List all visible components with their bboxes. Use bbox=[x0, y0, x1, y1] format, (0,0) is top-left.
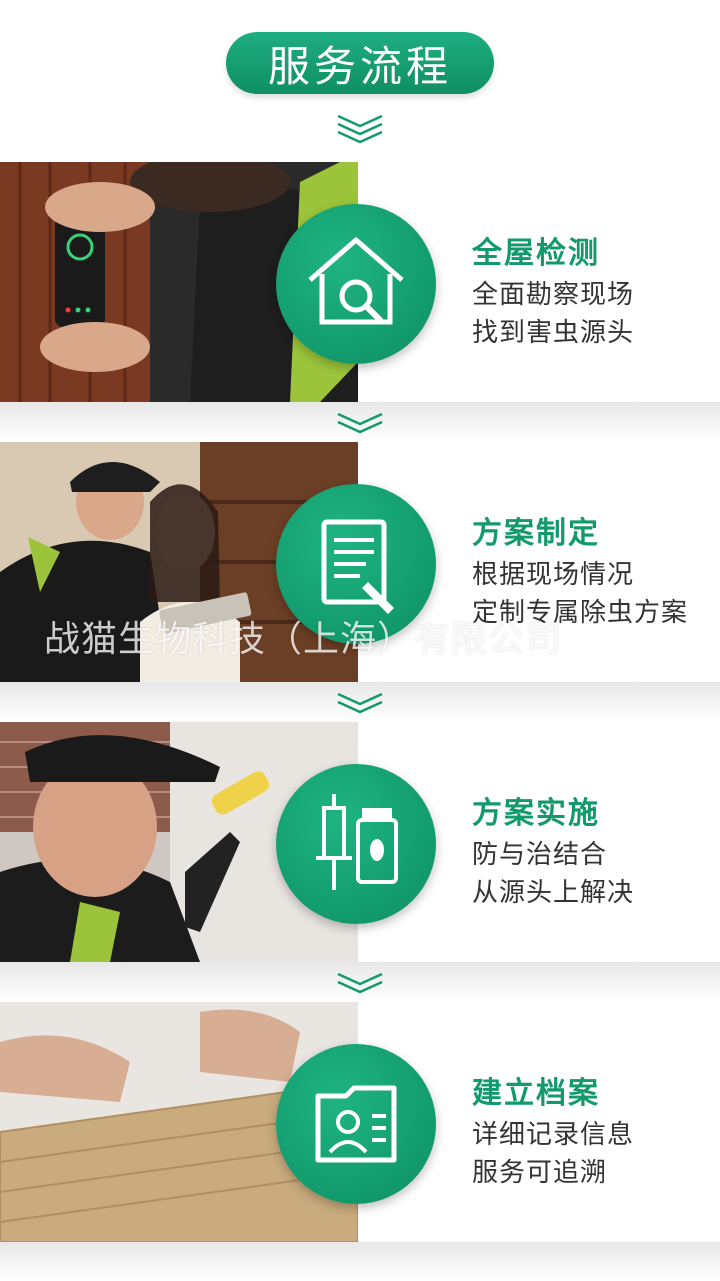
profile-folder-icon bbox=[276, 1044, 436, 1204]
footer-band bbox=[0, 1242, 720, 1281]
step-card-inspection: 全屋检测 全面勘察现场 找到害虫源头 bbox=[0, 162, 720, 402]
chevron-down-icon bbox=[337, 114, 383, 144]
step-title: 方案实施 bbox=[472, 796, 600, 831]
step-desc-line1: 防与治结合 bbox=[472, 840, 608, 870]
chevron-down-icon bbox=[337, 972, 383, 994]
step-desc-line2: 从源头上解决 bbox=[472, 878, 635, 908]
step-card-execution: 方案实施 防与治结合 从源头上解决 bbox=[0, 722, 720, 962]
watermark-text: 战猫生物科技（上海）有限公司 bbox=[44, 619, 563, 660]
chevron-down-icon bbox=[337, 692, 383, 714]
syringe-bottle-icon bbox=[276, 764, 436, 924]
step-card-archive: 建立档案 详细记录信息 服务可追溯 bbox=[0, 1002, 720, 1242]
header: 服务流程 bbox=[0, 0, 720, 160]
page-title: 服务流程 bbox=[226, 32, 494, 94]
step-desc-line1: 根据现场情况 bbox=[472, 560, 635, 590]
step-desc-line2: 服务可追溯 bbox=[472, 1158, 608, 1188]
step-title: 建立档案 bbox=[472, 1076, 600, 1111]
step-desc-line1: 详细记录信息 bbox=[472, 1120, 635, 1150]
house-magnifier-icon bbox=[276, 204, 436, 364]
step-title: 方案制定 bbox=[472, 516, 600, 551]
step-desc-line1: 全面勘察现场 bbox=[472, 280, 635, 310]
step-desc-line2: 找到害虫源头 bbox=[472, 318, 635, 348]
chevron-down-icon bbox=[337, 412, 383, 434]
step-title: 全屋检测 bbox=[472, 236, 600, 271]
